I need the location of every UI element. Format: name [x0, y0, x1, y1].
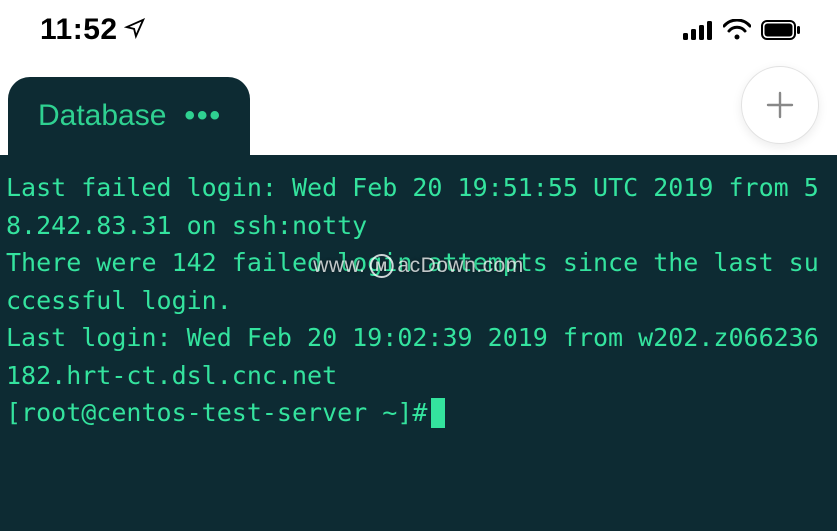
terminal-output[interactable]: Last failed login: Wed Feb 20 19:51:55 U… [0, 155, 837, 531]
cellular-signal-icon [683, 20, 713, 40]
terminal-prompt: [root@centos-test-server ~]# [6, 394, 427, 432]
cursor-icon [431, 398, 445, 428]
status-bar: 11:52 [0, 0, 837, 60]
terminal-line: Last failed login: Wed Feb 20 19:51:55 U… [6, 169, 831, 244]
tab-label: Database [38, 99, 166, 133]
clock-time: 11:52 [40, 13, 118, 47]
wifi-icon [723, 19, 751, 41]
tab-bar: Database ••• [0, 60, 837, 155]
terminal-prompt-line: [root@centos-test-server ~]# [6, 394, 831, 432]
status-right [683, 19, 801, 41]
tab-more-icon[interactable]: ••• [184, 99, 222, 133]
battery-icon [761, 20, 801, 40]
status-time-group: 11:52 [40, 13, 146, 47]
terminal-line: Last login: Wed Feb 20 19:02:39 2019 fro… [6, 319, 831, 394]
tab-database[interactable]: Database ••• [8, 77, 250, 155]
location-arrow-icon [124, 13, 146, 47]
terminal-line: There were 142 failed login attempts sin… [6, 244, 831, 319]
add-tab-button[interactable] [741, 66, 819, 144]
